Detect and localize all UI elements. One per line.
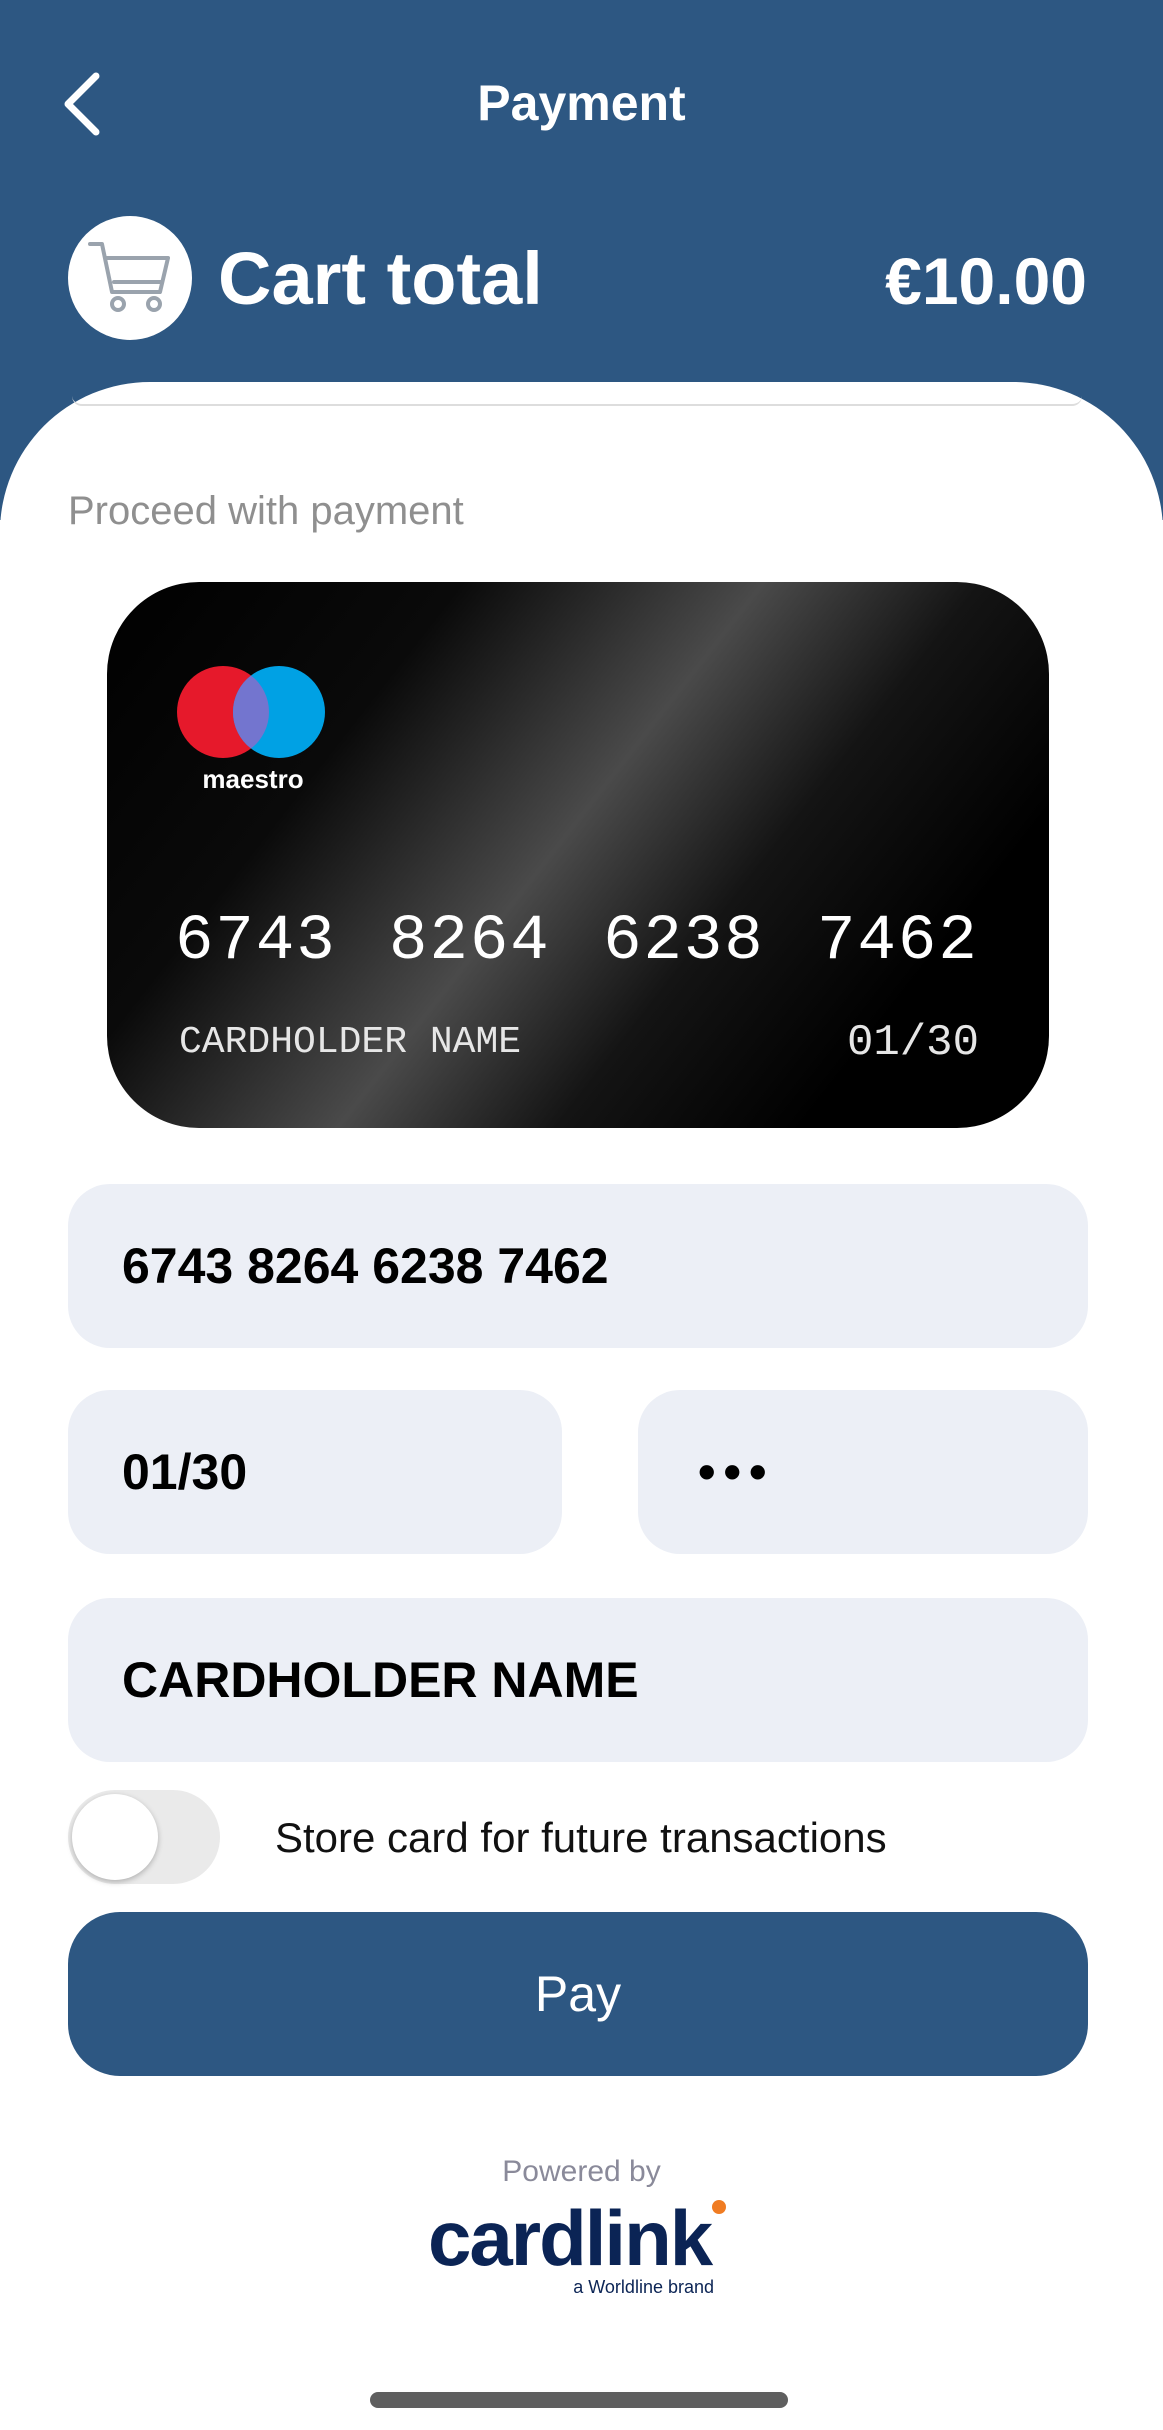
- page-title: Payment: [477, 75, 686, 131]
- store-card-toggle[interactable]: [68, 1790, 220, 1884]
- expiry-value: 01/30: [122, 1444, 248, 1500]
- maestro-logo: maestro: [175, 664, 335, 794]
- card-preview-holder: CARDHOLDER NAME: [179, 1021, 522, 1064]
- store-card-label[interactable]: Store card for future transactions: [275, 1812, 887, 1864]
- card-number-field[interactable]: 6743 8264 6238 7462: [68, 1184, 1088, 1348]
- cvv-field[interactable]: •••: [638, 1390, 1088, 1554]
- maestro-wordmark: maestro: [202, 764, 303, 794]
- proceed-label: Proceed with payment: [68, 489, 464, 533]
- cart-avatar: [68, 216, 192, 340]
- cardholder-name-value: CARDHOLDER NAME: [122, 1652, 639, 1708]
- cardlink-wordmark: cardlink: [428, 2194, 713, 2282]
- card-preview-number: 6743 8264 6238 7462: [175, 906, 979, 978]
- card-number-value: 6743 8264 6238 7462: [122, 1238, 609, 1294]
- pay-button[interactable]: Pay: [68, 1912, 1088, 2076]
- pay-button-label: Pay: [534, 1966, 622, 2022]
- cardlink-logo: cardlink a Worldline brand: [428, 2190, 738, 2300]
- cart-total-amount: €10.00: [885, 244, 1087, 318]
- cardlink-dot: [712, 2200, 726, 2214]
- cardholder-name-field[interactable]: CARDHOLDER NAME: [68, 1598, 1088, 1762]
- cardlink-tagline: a Worldline brand: [573, 2277, 714, 2297]
- cart-total-label: Cart total: [218, 237, 543, 320]
- home-indicator[interactable]: [370, 2392, 788, 2408]
- powered-by-label: Powered by: [502, 2155, 661, 2188]
- cvv-value: •••: [698, 1444, 775, 1500]
- expiry-field[interactable]: 01/30: [68, 1390, 562, 1554]
- toggle-knob: [72, 1794, 158, 1880]
- cart-icon: [84, 230, 176, 327]
- card-preview-expiry: 01/30: [846, 1018, 979, 1068]
- sheet-divider: [72, 396, 1082, 406]
- card-preview: maestro 6743 8264 6238 7462 CARDHOLDER N…: [107, 582, 1049, 1128]
